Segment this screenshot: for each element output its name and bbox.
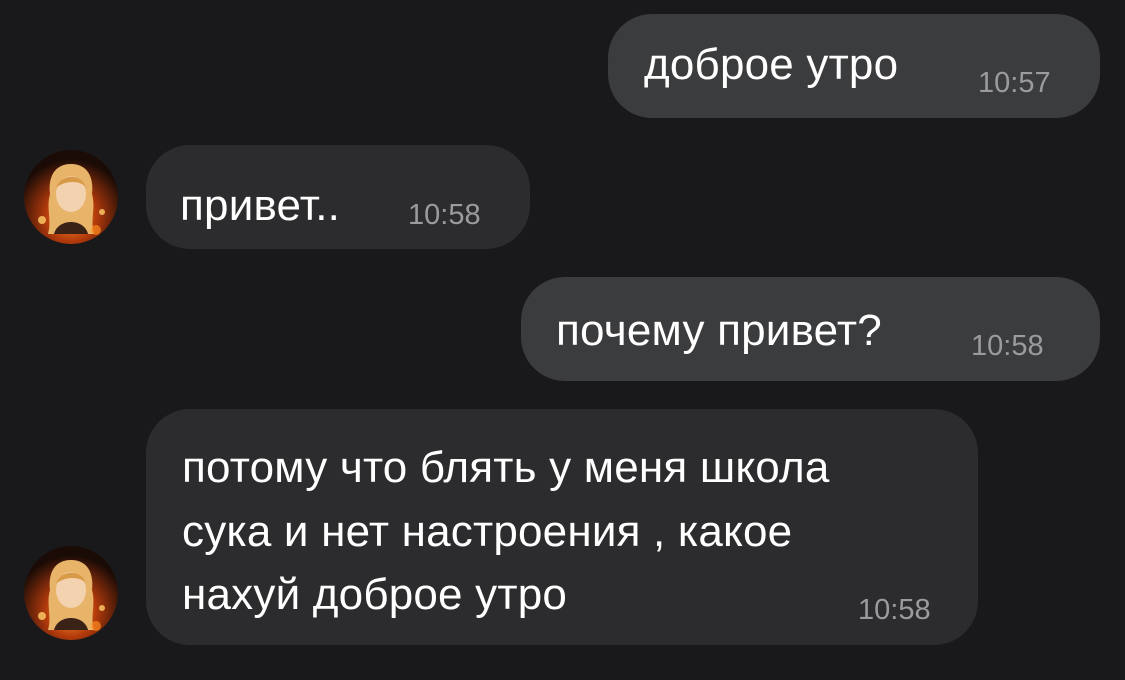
message-line: нахуй доброе утро xyxy=(182,570,568,619)
avatar-image xyxy=(24,150,118,244)
chat-thread: доброе утро 10:57 привет.. 10:58 почему … xyxy=(0,0,1125,680)
outgoing-message-bubble[interactable]: почему привет? 10:58 xyxy=(521,277,1100,381)
message-line: потому что блять у меня школа xyxy=(182,443,830,492)
message-text: доброе утро xyxy=(644,40,899,89)
message-time: 10:58 xyxy=(971,330,1044,362)
avatar[interactable] xyxy=(24,150,118,244)
message-time: 10:58 xyxy=(858,594,931,626)
message-time: 10:58 xyxy=(408,199,481,231)
incoming-message-bubble[interactable]: потому что блять у меня школа сука и нет… xyxy=(146,409,978,645)
message-text: почему привет? xyxy=(556,306,882,355)
message-text: привет.. xyxy=(180,181,341,230)
avatar-image xyxy=(24,546,118,640)
avatar[interactable] xyxy=(24,546,118,640)
message-time: 10:57 xyxy=(978,67,1051,99)
incoming-message-bubble[interactable]: привет.. 10:58 xyxy=(146,145,530,249)
message-line: сука и нет настроения , какое xyxy=(182,507,793,556)
outgoing-message-bubble[interactable]: доброе утро 10:57 xyxy=(608,14,1100,118)
